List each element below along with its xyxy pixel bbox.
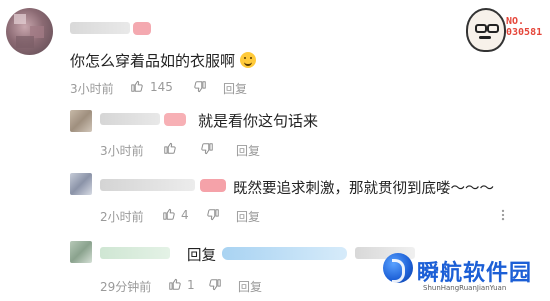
dislike-icon[interactable] <box>200 142 214 156</box>
like-icon[interactable] <box>162 207 176 221</box>
user-level-badge <box>200 179 226 192</box>
like-count: 4 <box>181 208 189 222</box>
dislike-icon[interactable] <box>208 278 222 292</box>
comment-text: 就是看你这句话来 <box>198 112 319 130</box>
like-icon[interactable] <box>163 141 177 155</box>
avatar[interactable] <box>6 8 53 55</box>
like-icon[interactable] <box>130 79 144 93</box>
watermark-logo-icon <box>383 253 413 283</box>
avatar[interactable] <box>70 173 92 195</box>
watermark-brand: 瞬航软件园 <box>417 261 533 286</box>
comment-time: 3小时前 <box>100 144 144 158</box>
like-count: 145 <box>150 80 173 94</box>
dislike-icon[interactable] <box>206 208 220 222</box>
mention-blurred <box>222 247 347 260</box>
watermark: 瞬航软件园 ShunHangRuanJianYuan <box>383 251 548 299</box>
avatar[interactable] <box>70 110 92 132</box>
user-level-badge <box>133 22 151 35</box>
user-level-badge <box>164 113 186 126</box>
comment-text: 你怎么穿着品如的衣服啊 <box>70 50 256 71</box>
badge-number: NO. 030581 <box>506 16 543 38</box>
username-blurred <box>100 179 195 191</box>
reply-prefix: 回复 <box>187 248 216 264</box>
reply-button[interactable]: 回复 <box>223 80 247 97</box>
like-icon[interactable] <box>168 277 182 291</box>
comment-time: 2小时前 <box>100 210 144 224</box>
watermark-sub: ShunHangRuanJianYuan <box>423 284 507 292</box>
username-blurred <box>100 113 160 125</box>
smile-emoji-icon <box>239 52 256 68</box>
like-count: 1 <box>187 278 195 292</box>
username-blurred <box>70 22 130 34</box>
comment-text-body: 你怎么穿着品如的衣服啊 <box>70 52 236 70</box>
cartoon-face-icon <box>466 8 506 52</box>
reply-button[interactable]: 回复 <box>236 142 260 159</box>
dislike-icon[interactable] <box>193 80 207 94</box>
comment-time: 3小时前 <box>70 82 114 96</box>
comment-text: 既然要追求刺激，那就贯彻到底喽～～～ <box>233 181 494 197</box>
more-icon[interactable] <box>496 208 510 222</box>
reply-button[interactable]: 回复 <box>236 208 260 225</box>
top-badge: NO. 030581 <box>466 6 546 54</box>
comment-time: 29分钟前 <box>100 280 152 294</box>
username-blurred <box>100 247 170 259</box>
avatar[interactable] <box>70 241 92 263</box>
reply-button[interactable]: 回复 <box>238 278 262 295</box>
